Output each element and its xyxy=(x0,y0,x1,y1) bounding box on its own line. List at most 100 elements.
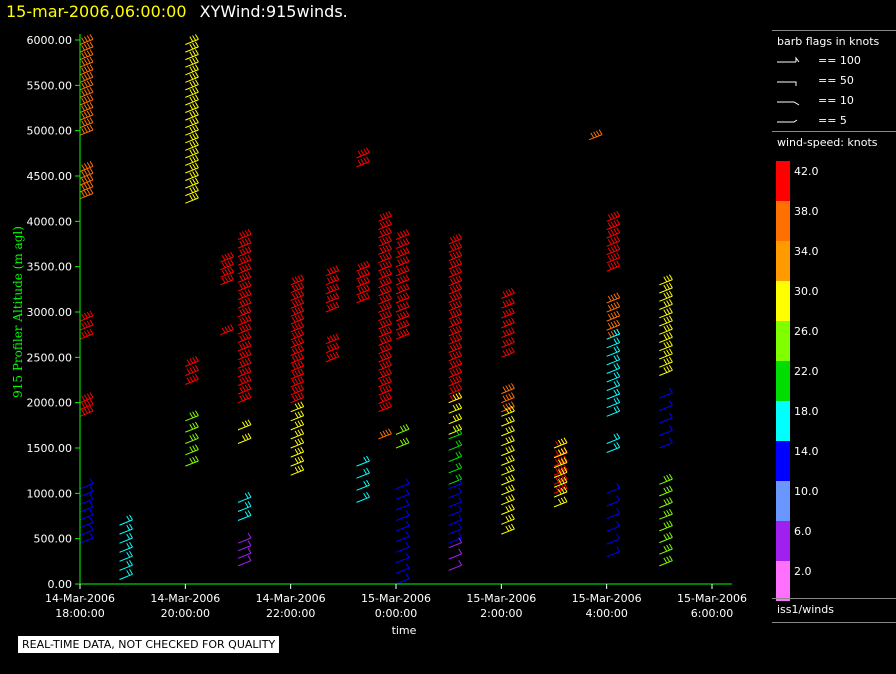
wind-barb xyxy=(501,346,515,358)
speed-color-swatch xyxy=(776,241,790,281)
wind-barb xyxy=(606,546,621,558)
wind-barb xyxy=(395,531,410,543)
legend-panel: barb flags in knots == 100 == 50 == 10 =… xyxy=(772,30,896,630)
wind-barb xyxy=(220,324,234,336)
wind-barb xyxy=(79,310,94,322)
wind-barb xyxy=(395,256,410,268)
wind-barb xyxy=(237,419,252,431)
speed-scale-label: 22.0 xyxy=(794,365,819,378)
wind-barb xyxy=(237,340,252,352)
wind-barb xyxy=(448,505,463,517)
wind-barb xyxy=(237,491,252,503)
wind-barb xyxy=(606,482,621,494)
wind-barb xyxy=(501,297,515,309)
quality-disclaimer: REAL-TIME DATA, NOT CHECKED FOR QUALITY xyxy=(18,636,280,653)
wind-barb xyxy=(501,401,515,413)
wind-barb xyxy=(237,375,252,386)
wind-barb xyxy=(395,488,410,500)
wind-barb xyxy=(79,328,94,340)
speed-scale-title: wind-speed: knots xyxy=(777,136,878,149)
speed-color-swatch xyxy=(776,281,790,321)
wind-barb xyxy=(501,307,515,319)
wind-barb xyxy=(290,446,305,458)
wind-barb xyxy=(606,405,621,417)
legend-divider xyxy=(772,598,896,599)
wind-barb xyxy=(290,274,305,286)
wind-barb xyxy=(659,412,673,424)
y-tick-label: 6000.00 xyxy=(27,34,73,47)
wind-barb xyxy=(237,366,252,378)
wind-barb xyxy=(237,254,252,266)
data-source-label: iss1/winds xyxy=(777,603,834,616)
x-tick-time-label: 4:00:00 xyxy=(585,607,627,620)
wind-barb xyxy=(378,428,392,440)
wind-barb xyxy=(501,504,515,515)
wind-barb-plot: 0.00 500.00 1000.00 1500.00 2000.00 2500.00 30… xyxy=(11,34,747,637)
wind-barb xyxy=(356,455,370,467)
wind-barb xyxy=(501,513,515,525)
wind-barb xyxy=(606,337,621,349)
wind-barb xyxy=(395,283,410,295)
wind-barb xyxy=(325,283,340,295)
wind-barb xyxy=(448,462,463,474)
wind-barb xyxy=(395,423,410,435)
x-tick-date-label: 15-Mar-2006 xyxy=(677,592,747,605)
wind-barb xyxy=(501,337,515,348)
x-tick-time-label: 18:00:00 xyxy=(55,607,104,620)
speed-color-swatch xyxy=(776,321,790,361)
wind-barb xyxy=(501,383,515,395)
wind-barb xyxy=(395,541,410,553)
wind-barb xyxy=(606,397,621,409)
wind-barb xyxy=(606,301,621,313)
wind-barb xyxy=(606,442,621,453)
y-tick-label: 4000.00 xyxy=(27,215,73,228)
wind-barb xyxy=(659,485,673,497)
speed-scale-label: 18.0 xyxy=(794,405,819,418)
wind-barb xyxy=(237,357,252,369)
speed-color-swatch xyxy=(776,561,790,601)
wind-barb xyxy=(501,287,515,299)
wind-barb xyxy=(356,479,370,491)
barb-legend-100: == 100 xyxy=(818,54,861,67)
wind-barb xyxy=(606,495,621,507)
wind-barb xyxy=(378,210,392,222)
legend-divider xyxy=(772,131,896,132)
wind-barb xyxy=(659,473,673,485)
wind-barb xyxy=(501,494,515,506)
wind-barb xyxy=(395,319,410,331)
x-tick-date-label: 14-Mar-2006 xyxy=(256,592,326,605)
x-tick-date-label: 15-Mar-2006 xyxy=(361,592,431,605)
barb-layer xyxy=(79,34,673,585)
wind-barb xyxy=(448,559,463,571)
wind-barb xyxy=(325,274,340,286)
x-tick-date-label: 15-Mar-2006 xyxy=(466,592,536,605)
x-tick-time-label: 2:00:00 xyxy=(480,607,522,620)
wind-barb xyxy=(606,388,621,400)
x-tick-date-label: 14-Mar-2006 xyxy=(150,592,220,605)
wind-barb xyxy=(501,425,515,437)
wind-barb xyxy=(290,428,305,440)
wind-barb xyxy=(325,342,340,354)
wind-barb xyxy=(659,497,673,509)
wind-barb xyxy=(237,501,252,512)
wind-barb xyxy=(448,487,463,499)
wind-barb xyxy=(290,464,305,476)
barb-legend-5: == 5 xyxy=(818,114,847,127)
wind-barb xyxy=(395,301,410,313)
wind-barb xyxy=(185,410,199,422)
wind-barb xyxy=(290,455,305,467)
wind-barb xyxy=(395,292,410,304)
wind-barb xyxy=(606,354,621,366)
wind-barb xyxy=(290,419,305,431)
speed-color-swatch xyxy=(776,481,790,521)
speed-scale-label: 10.0 xyxy=(794,485,819,498)
wind-barb xyxy=(237,383,252,395)
wind-barb xyxy=(119,532,133,544)
wind-barb xyxy=(606,508,621,520)
wind-barb xyxy=(501,464,515,476)
wind-barb xyxy=(185,444,199,456)
wind-barb xyxy=(606,363,621,374)
wind-barb xyxy=(659,387,673,399)
y-tick-label: 1000.00 xyxy=(27,487,73,500)
wind-barb xyxy=(325,292,340,304)
